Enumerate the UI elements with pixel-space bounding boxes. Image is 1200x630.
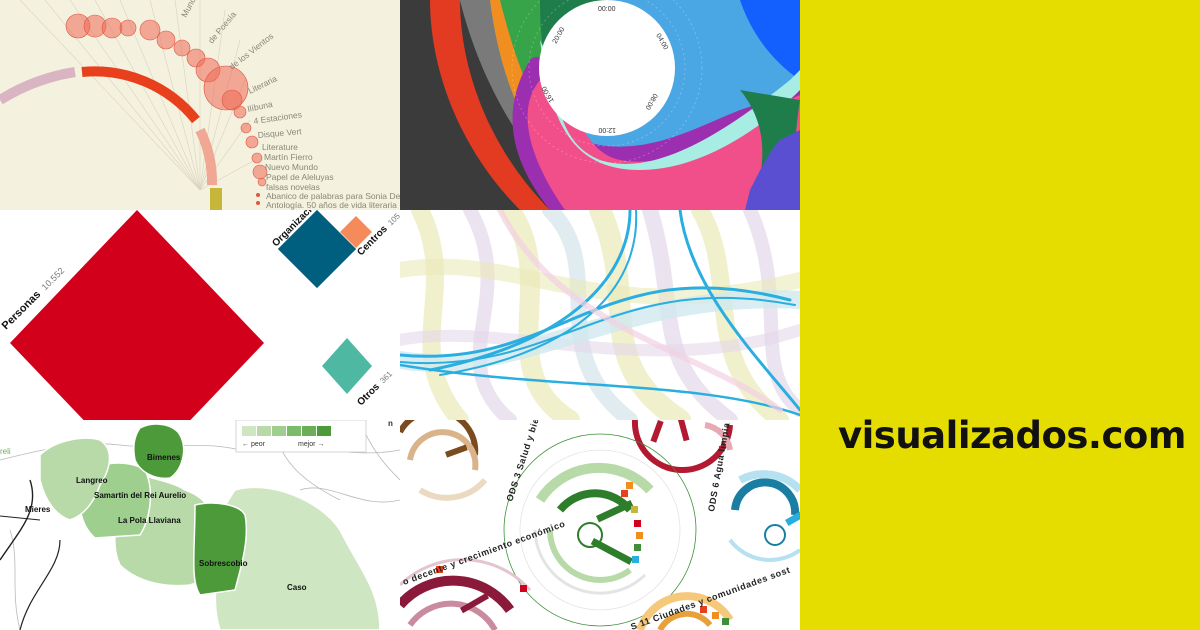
choropleth-map: ← peor mejor → n Bimenes Langreo Samartí… xyxy=(0,420,400,630)
region-label: Samartín del Rei Aurelio xyxy=(94,491,186,500)
book-label: Disque Vert xyxy=(257,126,302,140)
choropleth-map-thumbnail: ← peor mejor → n Bimenes Langreo Samartí… xyxy=(0,420,400,630)
centros-value: 105 xyxy=(386,211,400,227)
arc-segment xyxy=(0,67,76,105)
region-label: Caso xyxy=(287,583,307,592)
book-label: de los Vientos xyxy=(227,31,275,72)
hour-label: 12:00 xyxy=(598,126,616,133)
personas-block xyxy=(10,210,264,420)
radial-clock-chart: 00:00 04:00 08:00 12:00 16:00 20:00 xyxy=(400,0,800,210)
book-label: Literaria xyxy=(246,73,278,96)
region-label: Bimenes xyxy=(147,453,181,462)
ods-11-label: S 11 Ciudades y comunidades sost xyxy=(629,565,791,630)
clock-center xyxy=(539,0,675,136)
town-label: Mieres xyxy=(25,505,51,514)
arc-segment xyxy=(81,66,200,124)
otros-label: Otros xyxy=(355,381,382,408)
diamond-treemap: Personas 10.552 Organización Centros 105… xyxy=(0,210,400,420)
site-title[interactable]: visualizados.com xyxy=(838,414,1186,457)
region-label: La Pola Llaviana xyxy=(118,516,181,525)
radial-books-thumbnail: Mundo de Poesía de los Vientos Literaria… xyxy=(0,0,400,210)
brand-panel: visualizados.com xyxy=(800,0,1200,630)
book-label: Martín Fierro xyxy=(264,152,313,162)
book-label: de Poesía xyxy=(206,9,238,45)
flow-ribbons-chart xyxy=(400,210,800,420)
ods-thumbnail: ODS 3 Salud y bienestar ODS 6 Agua limpi… xyxy=(400,420,800,630)
legend-better: mejor → xyxy=(298,441,324,448)
book-label: Nuevo Mundo xyxy=(265,162,318,172)
radial-books-chart: Mundo de Poesía de los Vientos Literaria… xyxy=(0,0,400,210)
edge-label: reli xyxy=(0,447,11,456)
book-label: 4 Estaciones xyxy=(253,109,303,126)
region-label: Sobrescobio xyxy=(199,559,248,568)
book-label: Papel de Aleluyas xyxy=(266,172,334,182)
book-label: Literature xyxy=(262,142,298,152)
treemap-thumbnail: Personas 10.552 Organización Centros 105… xyxy=(0,210,400,420)
book-label: Mundo xyxy=(179,0,200,19)
otros-value: 361 xyxy=(378,369,394,385)
ods-8-label: o decente y crecimiento económico xyxy=(401,519,566,587)
ods-radial-gauges: ODS 3 Salud y bienestar ODS 6 Agua limpi… xyxy=(400,420,800,630)
region-label: Langreo xyxy=(76,476,108,485)
book-label: Ilíbuna xyxy=(246,99,273,114)
personas-value: 10.552 xyxy=(40,266,67,293)
flows-thumbnail xyxy=(400,210,800,420)
map-legend: ← peor mejor → n xyxy=(235,420,393,453)
hour-label: 00:00 xyxy=(598,6,616,13)
legend-clipped-text: n xyxy=(388,420,393,428)
otros-block xyxy=(322,338,372,394)
book-label: Antología. 50 años de vida literaria xyxy=(266,200,397,210)
arc-segment xyxy=(210,188,222,210)
radial-clock-thumbnail: 00:00 04:00 08:00 12:00 16:00 20:00 xyxy=(400,0,800,210)
legend-worse: ← peor xyxy=(242,441,266,448)
ods-6-label: ODS 6 Agua limpia y sane xyxy=(706,420,738,512)
